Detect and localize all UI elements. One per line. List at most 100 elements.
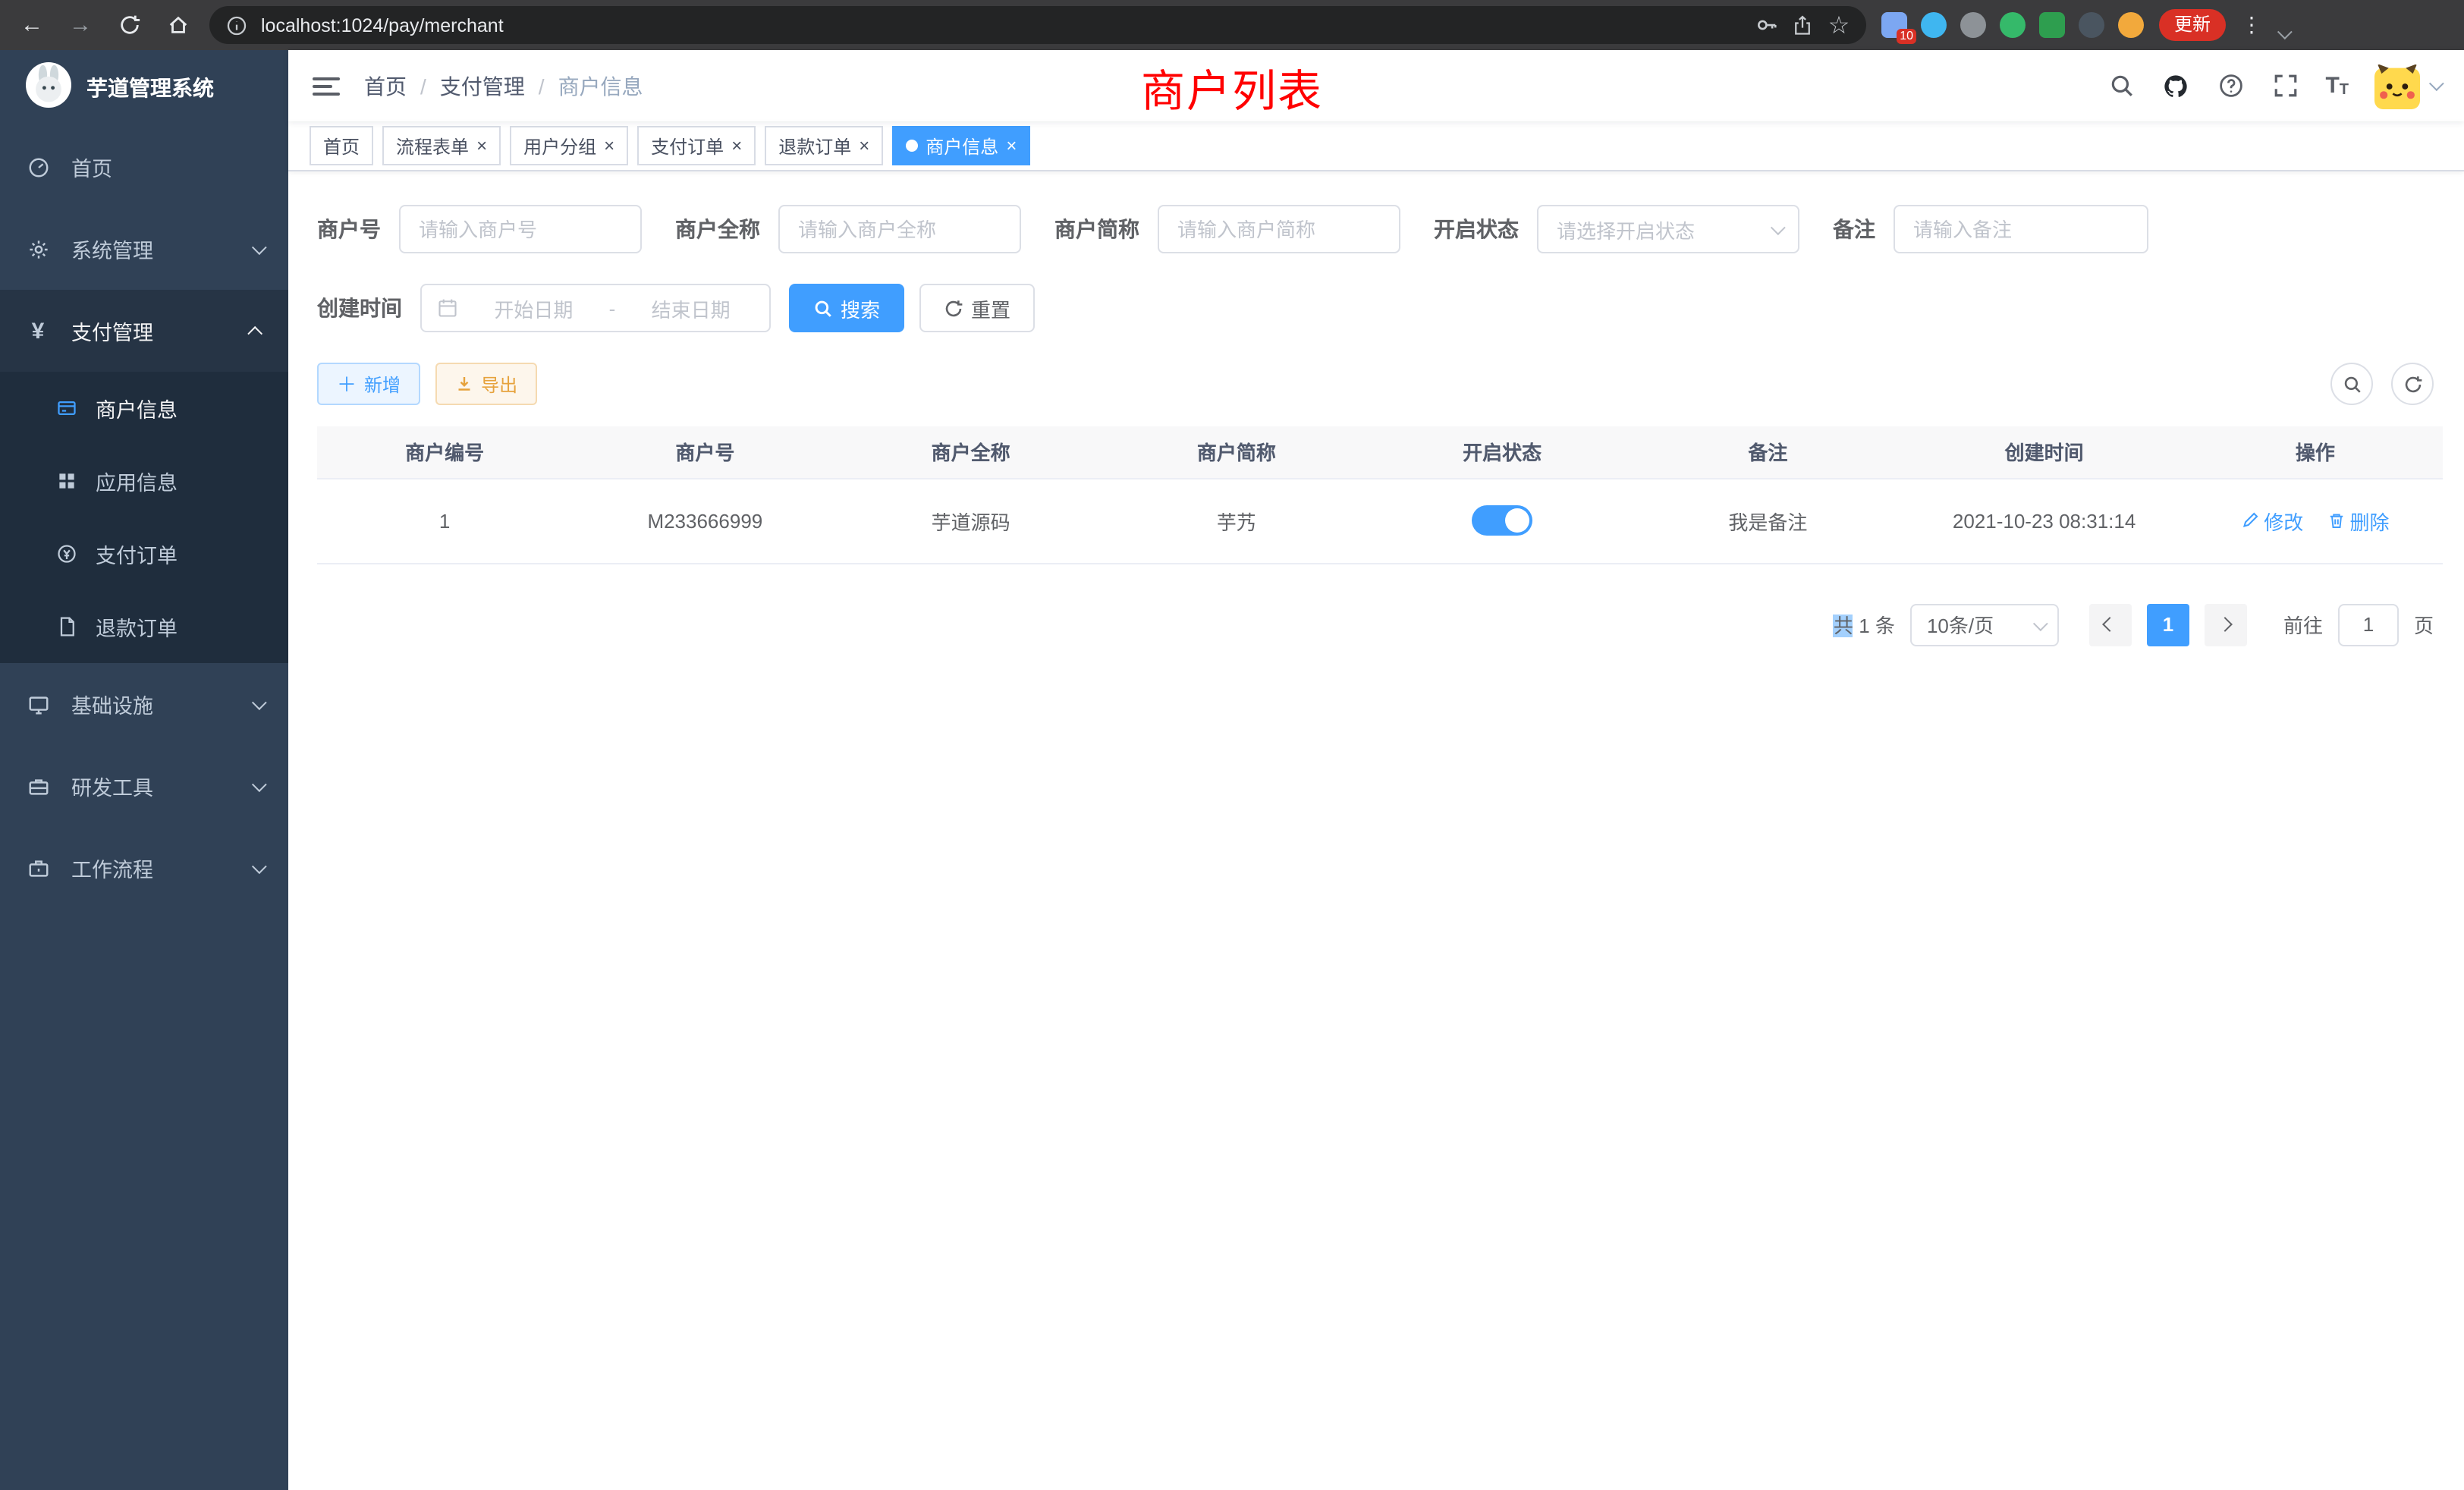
page-number-1[interactable]: 1 [2147,603,2189,646]
merchant-table: 商户编号 商户号 商户全称 商户简称 开启状态 备注 创建时间 操作 1 [317,426,2443,564]
calendar-icon [437,297,458,319]
cell-id: 1 [317,478,572,563]
export-button[interactable]: 导出 [435,363,537,405]
breadcrumb-home[interactable]: 首页 [364,71,407,101]
refresh-table-button[interactable] [2391,363,2434,405]
extension-icon[interactable] [1921,12,1947,38]
sidebar-item-workflow[interactable]: 工作流程 [0,827,288,909]
sidebar-item-pay-order[interactable]: 支付订单 [0,517,288,590]
close-icon[interactable]: × [859,137,869,155]
sidebar-item-app-info[interactable]: 应用信息 [0,445,288,517]
sidebar-item-system[interactable]: 系统管理 [0,208,288,290]
card-icon [55,397,77,420]
cell-full-name: 芋道源码 [838,478,1103,563]
share-icon[interactable] [1790,13,1815,37]
app-logo[interactable]: 芋道管理系统 [0,50,288,126]
date-range-picker[interactable]: 开始日期 - 结束日期 [420,284,771,332]
browser-menu-icon[interactable]: ⋮ [2241,12,2262,38]
fullscreen-icon[interactable] [2271,71,2299,100]
sidebar-item-refund-order[interactable]: 退款订单 [0,590,288,663]
reload-icon[interactable] [112,8,146,42]
extension-icon[interactable] [2000,12,2026,38]
end-date-placeholder: 结束日期 [627,294,754,322]
search-icon[interactable] [2107,71,2136,100]
table-row: 1 M233666999 芋道源码 芋艿 我是备注 2021-10-23 08:… [317,478,2443,563]
toggle-search-button[interactable] [2330,363,2373,405]
breadcrumb-payment[interactable]: 支付管理 [440,71,525,101]
extension-icon[interactable]: 10 [1881,12,1907,38]
total-count: 1 [1859,615,1869,637]
home-icon[interactable] [161,8,194,42]
gear-icon [26,237,50,261]
extension-icon[interactable] [2079,12,2104,38]
download-icon [455,375,473,393]
total-suffix: 条 [1875,615,1895,637]
sidebar-item-home[interactable]: 首页 [0,126,288,208]
full-name-input[interactable] [778,205,1021,253]
key-icon[interactable] [1754,13,1778,37]
cell-remark: 我是备注 [1635,478,1900,563]
extension-icon[interactable] [2039,12,2065,38]
chevron-up-icon [247,325,262,341]
merchant-no-input[interactable] [399,205,642,253]
sidebar: 芋道管理系统 首页 系统管理 ¥ 支付管理 [0,50,288,1490]
address-bar[interactable]: localhost:1024/pay/merchant ☆ [209,6,1866,44]
cell-actions: 修改 删除 [2188,478,2443,563]
toolbox-icon [26,774,50,798]
screen: ← → localhost:1024/pay/merchant ☆ 10 [0,0,2464,1490]
status-select[interactable]: 请选择开启状态 [1537,205,1799,253]
sidebar-item-dev-tools[interactable]: 研发工具 [0,745,288,827]
remark-input[interactable] [1894,205,2148,253]
chrome-update-button[interactable]: 更新 [2159,9,2226,41]
tab-pay-order[interactable]: 支付订单 × [637,126,756,165]
tab-user-group[interactable]: 用户分组 × [510,126,628,165]
extension-icon[interactable] [1960,12,1986,38]
help-icon[interactable] [2216,71,2245,100]
full-name-label: 商户全称 [675,214,760,244]
breadcrumb-current: 商户信息 [558,71,643,101]
back-icon[interactable]: ← [15,8,49,42]
avatar-image [2374,63,2420,108]
bookmark-star-icon[interactable]: ☆ [1827,13,1851,37]
url-text[interactable]: localhost:1024/pay/merchant [261,14,1742,36]
short-name-label: 商户简称 [1054,214,1139,244]
short-name-input[interactable] [1158,205,1400,253]
delete-link[interactable]: 删除 [2327,506,2389,535]
close-icon[interactable]: × [604,137,614,155]
close-icon[interactable]: × [1006,137,1017,155]
trash-icon [2327,511,2345,530]
goto-page-input[interactable] [2338,603,2399,646]
edit-link[interactable]: 修改 [2241,506,2303,535]
pencil-icon [2241,511,2259,530]
refresh-icon [944,298,963,318]
search-icon [813,298,833,318]
cell-merchant-no: M233666999 [572,478,838,563]
sidebar-item-merchant-info[interactable]: 商户信息 [0,372,288,445]
close-icon[interactable]: × [731,137,742,155]
github-icon[interactable] [2161,71,2190,100]
profile-avatar-icon[interactable] [2118,12,2144,38]
close-icon[interactable]: × [476,137,487,155]
table-header-row: 商户编号 商户号 商户全称 商户简称 开启状态 备注 创建时间 操作 [317,426,2443,478]
sidebar-toggle-icon[interactable] [313,77,340,95]
tab-home[interactable]: 首页 [310,126,373,165]
search-button[interactable]: 搜索 [789,284,904,332]
reset-button[interactable]: 重置 [919,284,1035,332]
next-page-button[interactable] [2205,603,2247,646]
tab-process-form[interactable]: 流程表单 × [382,126,501,165]
prev-page-button[interactable] [2089,603,2132,646]
chevron-down-icon[interactable] [2277,19,2288,46]
sidebar-item-infrastructure[interactable]: 基础设施 [0,663,288,745]
status-toggle[interactable] [1472,505,1532,536]
font-size-icon[interactable]: TT [2325,73,2349,99]
site-info-icon[interactable] [225,13,249,37]
remark-label: 备注 [1833,214,1875,244]
tab-merchant-info[interactable]: 商户信息 × [892,126,1030,165]
page-content: 商户号 商户全称 商户简称 开启状态 请选择开启状态 [288,171,2464,646]
forward-icon[interactable]: → [64,8,97,42]
page-size-select[interactable]: 10条/页 [1910,603,2059,646]
user-avatar[interactable] [2374,63,2440,108]
sidebar-item-payment[interactable]: ¥ 支付管理 [0,290,288,372]
tab-refund-order[interactable]: 退款订单 × [765,126,883,165]
add-button[interactable]: ＋ 新增 [317,363,420,405]
